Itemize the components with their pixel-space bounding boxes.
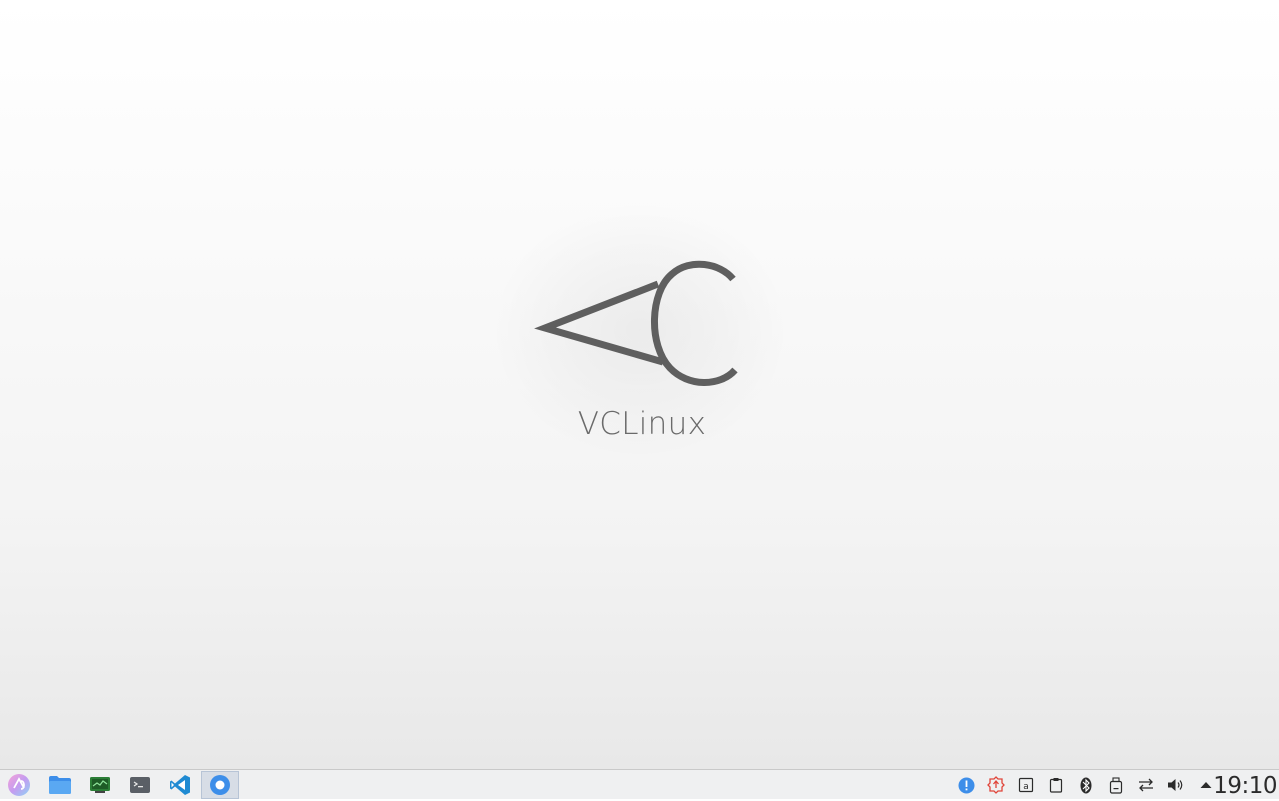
bluetooth-button[interactable] — [1077, 776, 1095, 794]
keyboard-layout-icon: a — [1018, 777, 1034, 793]
network-button[interactable] — [1137, 776, 1155, 794]
keyboard-layout-button[interactable]: a — [1017, 776, 1035, 794]
volume-icon — [1168, 779, 1183, 791]
system-monitor-button[interactable] — [81, 771, 119, 799]
terminal-icon — [130, 777, 150, 793]
svg-text:a: a — [1023, 782, 1029, 792]
app-launcher-icon — [8, 774, 30, 796]
taskbar: a 19:10 — [0, 769, 1279, 799]
vscode-button[interactable] — [161, 771, 199, 799]
clipboard-button[interactable] — [1047, 776, 1065, 794]
brand-name: VCLinux — [577, 406, 707, 442]
info-notification-icon — [958, 777, 974, 793]
terminal-button[interactable] — [121, 771, 159, 799]
folder-icon — [49, 776, 71, 794]
bluetooth-icon — [1080, 777, 1092, 793]
network-icon — [1139, 778, 1153, 792]
vscode-icon — [170, 775, 190, 795]
volume-button[interactable] — [1167, 776, 1185, 794]
app-launcher-button[interactable] — [0, 771, 38, 799]
clock[interactable]: 19:10 — [1213, 771, 1277, 799]
active-app-icon — [210, 775, 230, 795]
removable-device-button[interactable] — [1107, 776, 1125, 794]
removable-device-icon — [1109, 776, 1123, 794]
system-monitor-icon — [90, 777, 110, 793]
info-notification-button[interactable] — [957, 776, 975, 794]
file-manager-button[interactable] — [41, 771, 79, 799]
update-alert-icon — [987, 776, 1005, 794]
vclinux-logo — [534, 260, 738, 386]
desktop-background[interactable]: VCLinux — [0, 0, 1279, 769]
active-app-button[interactable] — [201, 771, 239, 799]
clipboard-icon — [1049, 778, 1063, 793]
expand-tray-icon — [1200, 782, 1212, 788]
update-alert-button[interactable] — [987, 776, 1005, 794]
